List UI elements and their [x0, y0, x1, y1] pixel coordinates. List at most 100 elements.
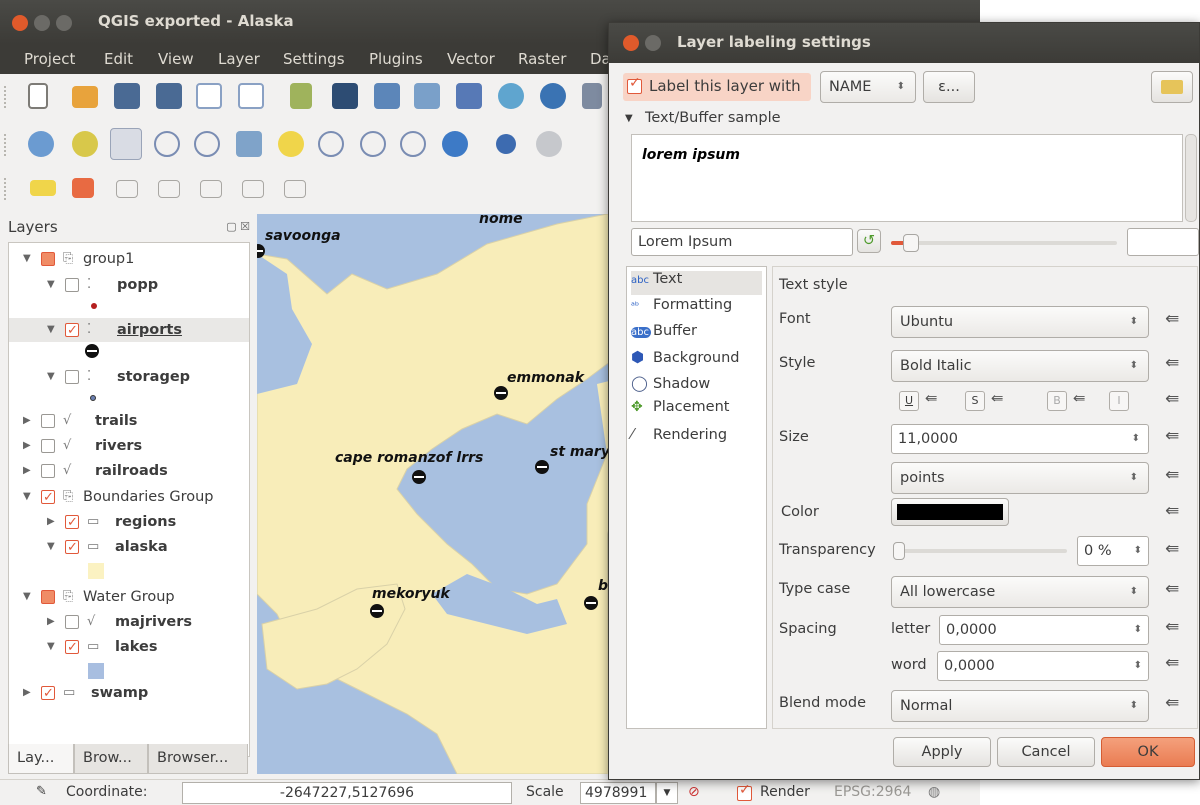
layer-row-rivers[interactable]: ▶ √ rivers [9, 434, 249, 458]
category-formatting[interactable]: ᵃᵇ Formatting [631, 297, 732, 321]
ok-button[interactable]: OK [1101, 737, 1195, 767]
layer-checkbox[interactable] [41, 486, 55, 510]
category-rendering[interactable]: ⁄ Rendering [631, 425, 727, 449]
sample-background-color[interactable] [1127, 228, 1199, 256]
layer-row-water-group[interactable]: ▼ ⎘ Water Group [9, 585, 249, 609]
apply-button[interactable]: Apply [893, 737, 991, 767]
add-wms-layer-icon[interactable] [498, 83, 524, 109]
font-combo[interactable]: Ubuntu ⬍ [891, 306, 1149, 338]
label-this-layer-checkbox[interactable] [627, 75, 642, 94]
add-raster-layer-icon[interactable] [456, 83, 482, 109]
layer-row-majrivers[interactable]: ▶ √ majrivers [9, 610, 249, 634]
strikeout-button[interactable]: S [965, 391, 985, 411]
layer-checkbox[interactable] [41, 682, 55, 706]
layer-checkbox[interactable] [41, 464, 55, 478]
expand-arrow-icon[interactable]: ▼ [47, 318, 55, 342]
label-field-combo[interactable]: NAME ⬍ [820, 71, 916, 103]
menu-view[interactable]: View [158, 50, 194, 68]
zoom-native-icon[interactable] [194, 131, 220, 157]
digitize-icon[interactable] [414, 83, 440, 109]
spin-arrows-icon[interactable]: ⬍ [1134, 652, 1142, 680]
new-spatialite-layer-icon[interactable] [332, 83, 358, 109]
tab-browser[interactable]: Brow... [74, 744, 148, 774]
category-background[interactable]: ⬢ Background [631, 348, 740, 372]
pan-to-selection-icon[interactable] [72, 131, 98, 157]
tab-browser-2[interactable]: Browser... [148, 744, 248, 774]
menu-project[interactable]: Project [24, 50, 75, 68]
sample-text-input[interactable]: Lorem Ipsum [631, 228, 853, 256]
data-defined-override-icon[interactable]: ⇚ [1165, 501, 1179, 521]
select-features-icon[interactable] [536, 131, 562, 157]
scale-field[interactable]: 4978991 [580, 782, 656, 804]
toolbar-grip[interactable] [4, 86, 8, 108]
category-text[interactable]: abc Text [631, 271, 762, 295]
transparency-slider[interactable] [893, 542, 1067, 560]
data-defined-override-icon[interactable]: ⇚ [1165, 653, 1179, 673]
collapse-arrow-icon[interactable]: ▶ [47, 510, 55, 534]
label-properties-icon[interactable] [284, 180, 306, 198]
data-defined-override-icon[interactable]: ⇚ [1165, 539, 1179, 559]
word-spacing-spinbox[interactable]: 0,0000 ⬍ [937, 651, 1149, 681]
toolbar-grip[interactable] [4, 134, 8, 156]
close-dialog-button[interactable] [623, 35, 639, 51]
zoom-to-selection-icon[interactable] [278, 131, 304, 157]
reset-sample-button[interactable]: ↺ [857, 229, 881, 253]
menu-raster[interactable]: Raster [518, 50, 566, 68]
change-label-icon[interactable] [242, 180, 264, 198]
category-buffer[interactable]: abc Buffer [631, 323, 697, 347]
layer-row-airports[interactable]: ▼ ⁚ airports [9, 318, 249, 343]
expression-button[interactable]: ε... [923, 71, 975, 103]
data-defined-override-icon[interactable]: ⇚ [1165, 426, 1179, 446]
layer-row-popp[interactable]: ▼ ⁚ popp [9, 273, 249, 297]
expand-arrow-icon[interactable]: ▼ [47, 365, 55, 389]
labeling-icon[interactable] [30, 180, 56, 196]
bold-button[interactable]: B [1047, 391, 1067, 411]
zoom-in-icon[interactable] [110, 128, 142, 160]
italic-button[interactable]: I [1109, 391, 1129, 411]
layer-row-group1[interactable]: ▼ ⎘ group1 [9, 247, 249, 271]
menu-settings[interactable]: Settings [283, 50, 345, 68]
render-checkbox[interactable] [737, 782, 752, 801]
layer-checkbox[interactable] [65, 536, 79, 560]
crs-globe-icon[interactable]: ◍ [928, 784, 940, 800]
toolbar-grip[interactable] [4, 178, 8, 200]
layer-checkbox[interactable] [41, 590, 55, 604]
menu-layer[interactable]: Layer [218, 50, 260, 68]
size-spinbox[interactable]: 11,0000 ⬍ [891, 424, 1149, 454]
layer-row-lakes[interactable]: ▼ ▭ lakes [9, 635, 249, 660]
preview-scale-slider[interactable] [891, 234, 1117, 252]
layer-row-alaska[interactable]: ▼ ▭ alaska [9, 535, 249, 560]
spin-arrows-icon[interactable]: ⬍ [1134, 616, 1142, 644]
typecase-combo[interactable]: All lowercase ⬍ [891, 576, 1149, 608]
layer-checkbox[interactable] [65, 319, 79, 343]
layer-row-railroads[interactable]: ▶ √ railroads [9, 459, 249, 483]
sample-scrollbar[interactable] [1185, 134, 1197, 222]
pin-labels-icon[interactable] [72, 178, 94, 198]
layer-row-swamp[interactable]: ▶ ▭ swamp [9, 681, 249, 706]
data-defined-override-icon[interactable]: ⇚ [1165, 617, 1179, 637]
stop-render-icon[interactable]: ⊘ [688, 784, 700, 800]
new-print-composer-icon[interactable] [196, 83, 222, 109]
rotate-label-icon[interactable] [200, 180, 222, 198]
layer-checkbox[interactable] [65, 278, 79, 292]
blend-mode-combo[interactable]: Normal ⬍ [891, 690, 1149, 722]
layer-checkbox[interactable] [65, 370, 79, 384]
pan-map-icon[interactable] [28, 131, 54, 157]
layer-checkbox[interactable] [65, 615, 79, 629]
refresh-icon[interactable] [442, 131, 468, 157]
tab-layers[interactable]: Lay... [8, 744, 74, 774]
color-button[interactable] [891, 498, 1009, 526]
panel-float-close-buttons[interactable]: ▢ ☒ [226, 220, 250, 233]
minimize-window-button[interactable] [34, 15, 50, 31]
add-wcs-layer-icon[interactable] [582, 83, 602, 109]
composer-manager-icon[interactable] [238, 83, 264, 109]
maximize-window-button[interactable] [56, 15, 72, 31]
layer-checkbox[interactable] [65, 511, 79, 535]
expand-arrow-icon[interactable]: ▼ [47, 635, 55, 659]
add-wfs-layer-icon[interactable] [540, 83, 566, 109]
zoom-last-icon[interactable] [360, 131, 386, 157]
slider-handle[interactable] [893, 542, 905, 560]
category-shadow[interactable]: ◯ Shadow [631, 374, 710, 398]
add-vector-layer-icon[interactable] [374, 83, 400, 109]
collapse-arrow-icon[interactable]: ▶ [47, 610, 55, 634]
